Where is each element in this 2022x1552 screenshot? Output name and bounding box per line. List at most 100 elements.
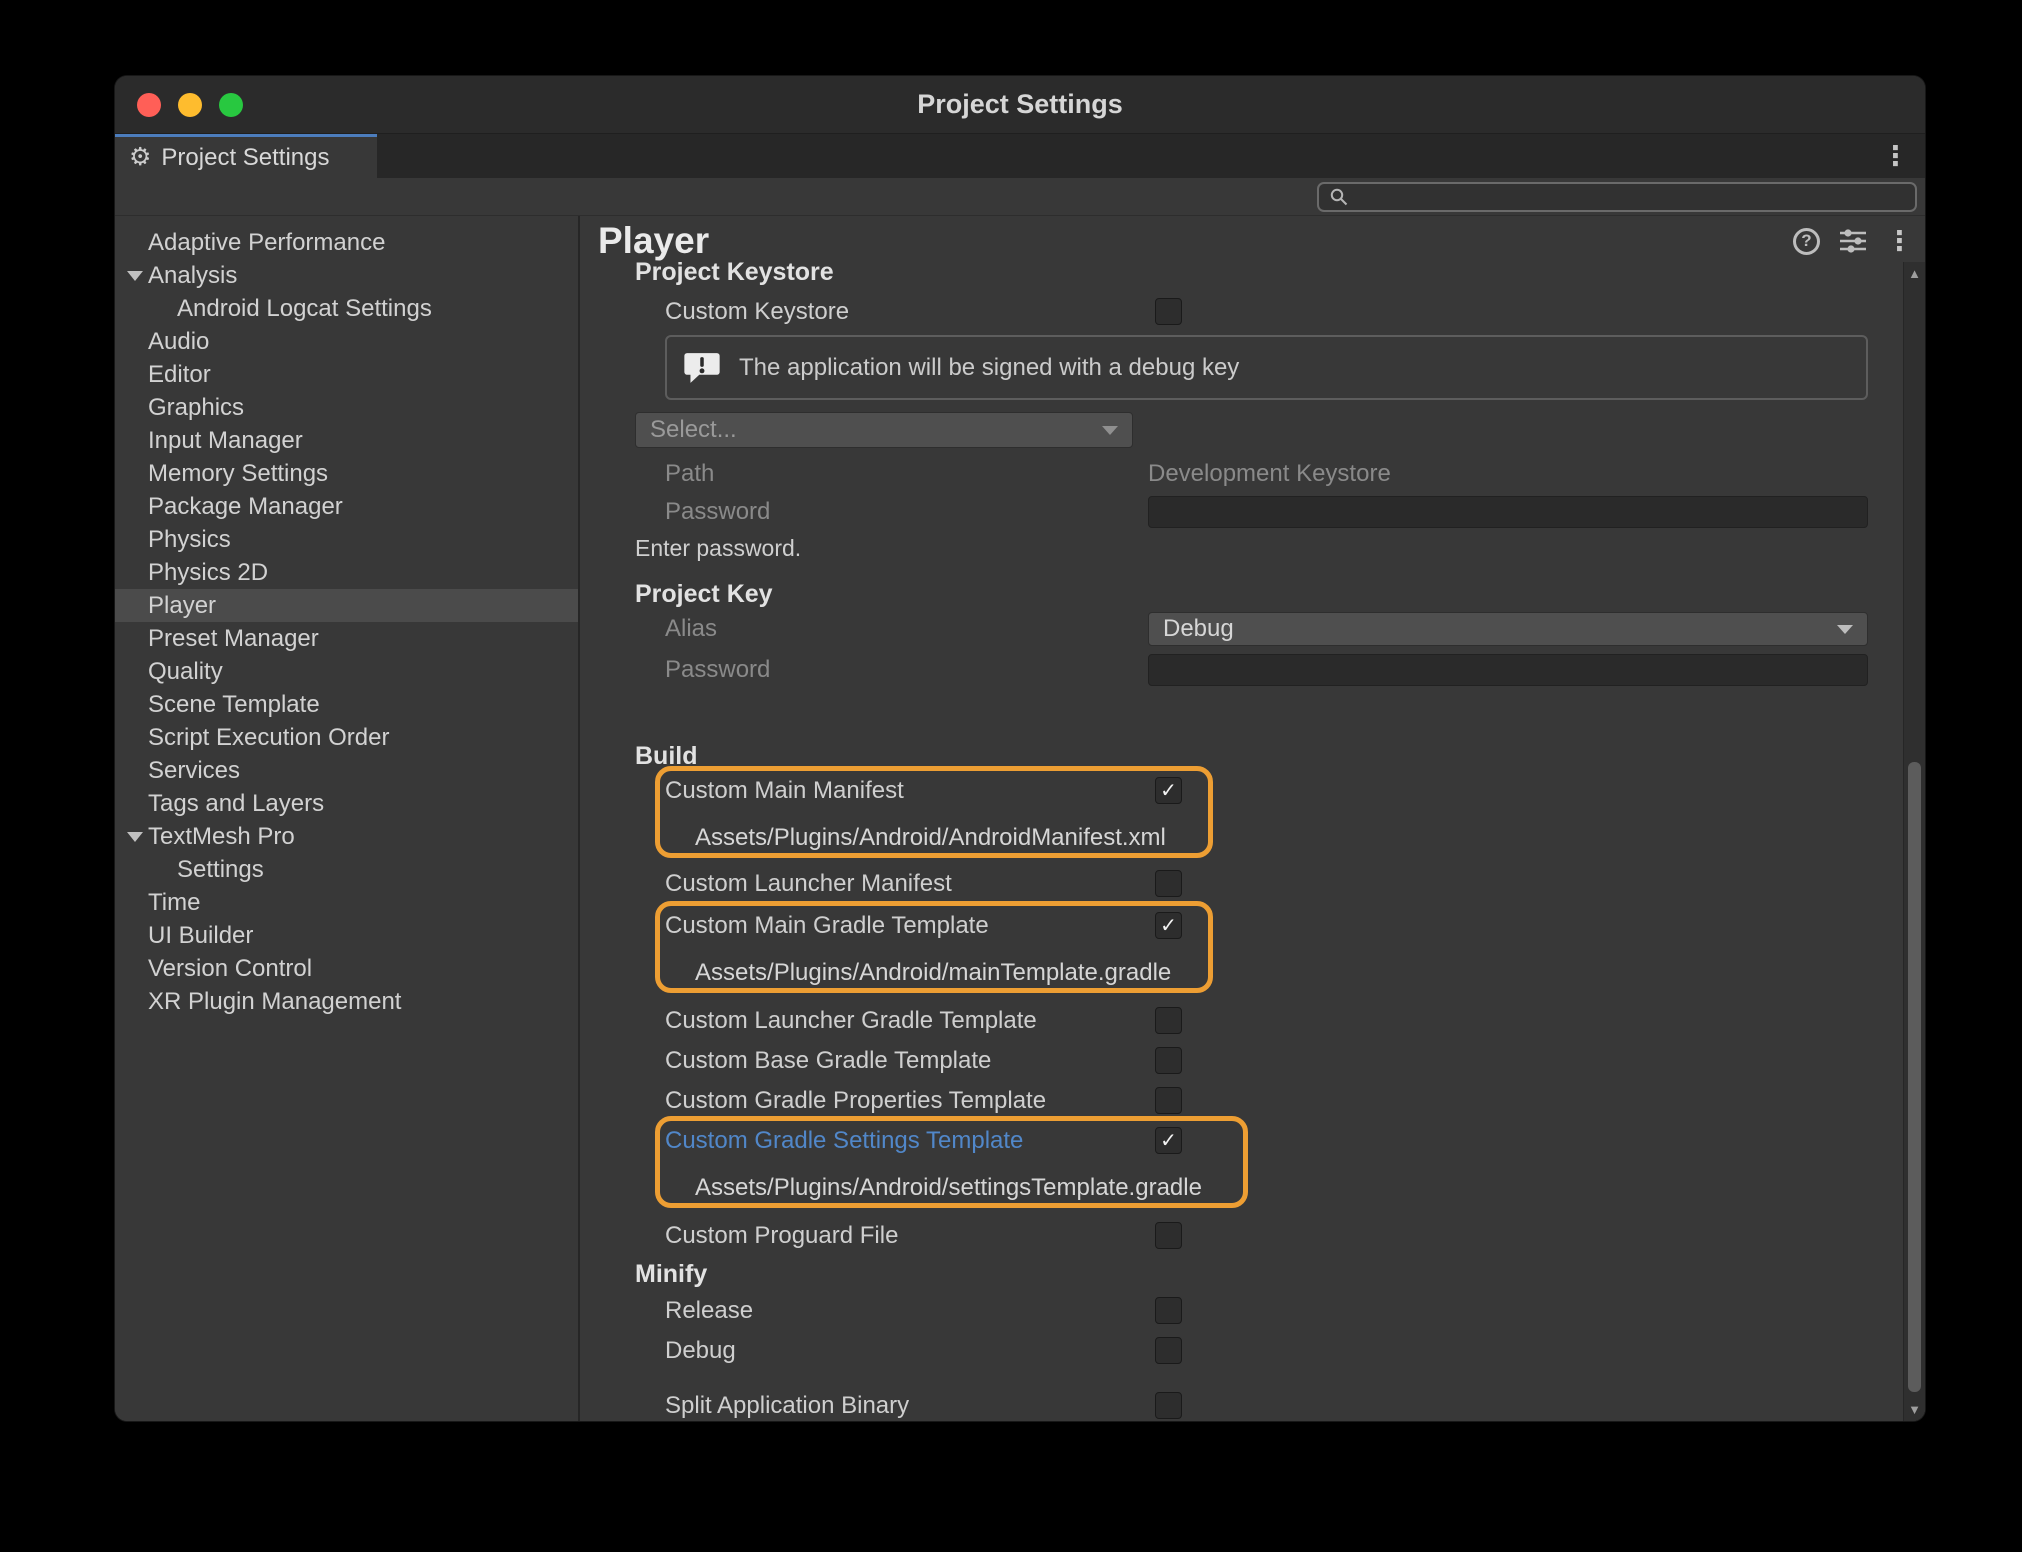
setting-row-key-password: Password — [580, 654, 1903, 686]
sidebar-item-label: Adaptive Performance — [148, 229, 385, 257]
sidebar-item-preset-manager[interactable]: Preset Manager — [115, 622, 578, 655]
search-toolbar — [115, 178, 1925, 216]
keystore-info-text: The application will be signed with a de… — [739, 354, 1239, 382]
window-titlebar: Project Settings — [115, 76, 1925, 134]
setting-row-custom-launcher-manifest: Custom Launcher Manifest — [580, 868, 1903, 900]
sidebar-item-textmesh-pro-settings[interactable]: Settings — [115, 853, 578, 886]
custom-main-gradle-template-checkbox[interactable]: ✓ — [1155, 912, 1182, 939]
sidebar-item-label: Editor — [148, 361, 211, 389]
sidebar-item-label: Script Execution Order — [148, 724, 389, 752]
minify-release-checkbox[interactable] — [1155, 1297, 1182, 1324]
settings-sidebar: Adaptive Performance Analysis Android Lo… — [115, 216, 580, 1421]
section-header-build: Build — [580, 740, 1903, 772]
custom-gradle-properties-template-checkbox[interactable] — [1155, 1087, 1182, 1114]
setting-row-alias: Alias Debug — [580, 613, 1903, 645]
sidebar-item-script-execution-order[interactable]: Script Execution Order — [115, 721, 578, 754]
sidebar-item-physics[interactable]: Physics — [115, 523, 578, 556]
setting-row-minify-release: Release — [580, 1295, 1903, 1327]
sidebar-item-audio[interactable]: Audio — [115, 325, 578, 358]
sidebar-item-graphics[interactable]: Graphics — [115, 391, 578, 424]
sidebar-item-label: Scene Template — [148, 691, 320, 719]
minimize-window-button[interactable] — [178, 93, 202, 117]
sidebar-item-tags-and-layers[interactable]: Tags and Layers — [115, 787, 578, 820]
player-settings-panel: Player ? — [580, 216, 1925, 1421]
custom-keystore-checkbox[interactable] — [1155, 298, 1182, 325]
sidebar-item-label: Memory Settings — [148, 460, 328, 488]
sidebar-item-label: Tags and Layers — [148, 790, 324, 818]
zoom-window-button[interactable] — [219, 93, 243, 117]
setting-row-keystore-path: Path Development Keystore — [580, 458, 1903, 490]
key-password-field[interactable] — [1148, 654, 1868, 686]
search-input[interactable] — [1356, 186, 1905, 209]
panel-header: Player ? — [580, 216, 1925, 266]
sidebar-item-physics-2d[interactable]: Physics 2D — [115, 556, 578, 589]
alias-dropdown[interactable]: Debug — [1148, 612, 1868, 646]
sidebar-item-adaptive-performance[interactable]: Adaptive Performance — [115, 226, 578, 259]
window-title: Project Settings — [917, 89, 1123, 120]
search-box[interactable] — [1317, 182, 1917, 212]
sidebar-item-label: Input Manager — [148, 427, 303, 455]
sidebar-item-android-logcat-settings[interactable]: Android Logcat Settings — [115, 292, 578, 325]
sidebar-item-services[interactable]: Services — [115, 754, 578, 787]
custom-launcher-gradle-template-checkbox[interactable] — [1155, 1007, 1182, 1034]
sidebar-item-label: Package Manager — [148, 493, 343, 521]
sidebar-item-textmesh-pro[interactable]: TextMesh Pro — [115, 820, 578, 853]
setting-row-custom-gradle-settings-template: Custom Gradle Settings Template ✓ — [580, 1125, 1903, 1157]
scrollbar-thumb[interactable] — [1908, 762, 1921, 1392]
sidebar-item-label: Audio — [148, 328, 209, 356]
close-window-button[interactable] — [137, 93, 161, 117]
vertical-scrollbar[interactable]: ▲ ▼ — [1903, 262, 1925, 1421]
sidebar-item-ui-builder[interactable]: UI Builder — [115, 919, 578, 952]
sidebar-item-quality[interactable]: Quality — [115, 655, 578, 688]
sidebar-item-label: Analysis — [148, 262, 237, 290]
split-application-binary-checkbox[interactable] — [1155, 1392, 1182, 1419]
scroll-up-arrow-icon[interactable]: ▲ — [1904, 266, 1925, 281]
foldout-open-icon[interactable] — [127, 271, 143, 281]
tab-project-settings[interactable]: ⚙ Project Settings — [115, 134, 377, 178]
sidebar-item-input-manager[interactable]: Input Manager — [115, 424, 578, 457]
sidebar-item-label: Preset Manager — [148, 625, 319, 653]
tab-label: Project Settings — [161, 144, 329, 172]
keystore-info-box: The application will be signed with a de… — [665, 335, 1868, 400]
keystore-select-dropdown[interactable]: Select... — [635, 412, 1133, 448]
custom-launcher-manifest-checkbox[interactable] — [1155, 870, 1182, 897]
setting-row-custom-main-gradle-template: Custom Main Gradle Template ✓ — [580, 910, 1903, 942]
section-header-project-key: Project Key — [580, 578, 1903, 610]
setting-row-custom-launcher-gradle-template: Custom Launcher Gradle Template — [580, 1005, 1903, 1037]
panel-menu-kebab-icon[interactable]: ⋮ — [1886, 228, 1913, 255]
sidebar-item-package-manager[interactable]: Package Manager — [115, 490, 578, 523]
sidebar-item-label: Android Logcat Settings — [177, 295, 432, 323]
custom-main-manifest-checkbox[interactable]: ✓ — [1155, 777, 1182, 804]
content-area: Adaptive Performance Analysis Android Lo… — [115, 216, 1925, 1421]
keystore-password-field[interactable] — [1148, 496, 1868, 528]
help-icon[interactable]: ? — [1793, 228, 1820, 255]
sidebar-item-label: UI Builder — [148, 922, 253, 950]
setting-row-custom-gradle-properties-template: Custom Gradle Properties Template — [580, 1085, 1903, 1117]
sidebar-item-editor[interactable]: Editor — [115, 358, 578, 391]
tab-menu-kebab-icon[interactable]: ⋮ — [1882, 134, 1909, 178]
dropdown-arrow-icon — [1837, 625, 1853, 634]
setting-row-minify-debug: Debug — [580, 1335, 1903, 1367]
sidebar-item-xr-plugin-management[interactable]: XR Plugin Management — [115, 985, 578, 1018]
sidebar-item-scene-template[interactable]: Scene Template — [115, 688, 578, 721]
sidebar-item-label: Graphics — [148, 394, 244, 422]
minify-debug-checkbox[interactable] — [1155, 1337, 1182, 1364]
foldout-open-icon[interactable] — [127, 832, 143, 842]
settings-scroll-area: Project Keystore Custom Keystore The app… — [580, 262, 1903, 1421]
sidebar-item-time[interactable]: Time — [115, 886, 578, 919]
gear-icon: ⚙ — [129, 145, 151, 170]
scroll-down-arrow-icon[interactable]: ▼ — [1904, 1402, 1925, 1417]
search-icon — [1329, 187, 1349, 207]
custom-proguard-file-checkbox[interactable] — [1155, 1222, 1182, 1249]
traffic-lights — [137, 76, 243, 133]
sidebar-item-label: Services — [148, 757, 240, 785]
presets-icon[interactable] — [1838, 227, 1868, 255]
path-row-custom-main-manifest: Assets/Plugins/Android/AndroidManifest.x… — [580, 822, 1903, 854]
sidebar-item-player[interactable]: Player — [115, 589, 578, 622]
custom-base-gradle-template-checkbox[interactable] — [1155, 1047, 1182, 1074]
sidebar-item-memory-settings[interactable]: Memory Settings — [115, 457, 578, 490]
sidebar-item-version-control[interactable]: Version Control — [115, 952, 578, 985]
sidebar-item-analysis[interactable]: Analysis — [115, 259, 578, 292]
enter-password-hint: Enter password. — [635, 535, 801, 562]
custom-gradle-settings-template-checkbox[interactable]: ✓ — [1155, 1127, 1182, 1154]
